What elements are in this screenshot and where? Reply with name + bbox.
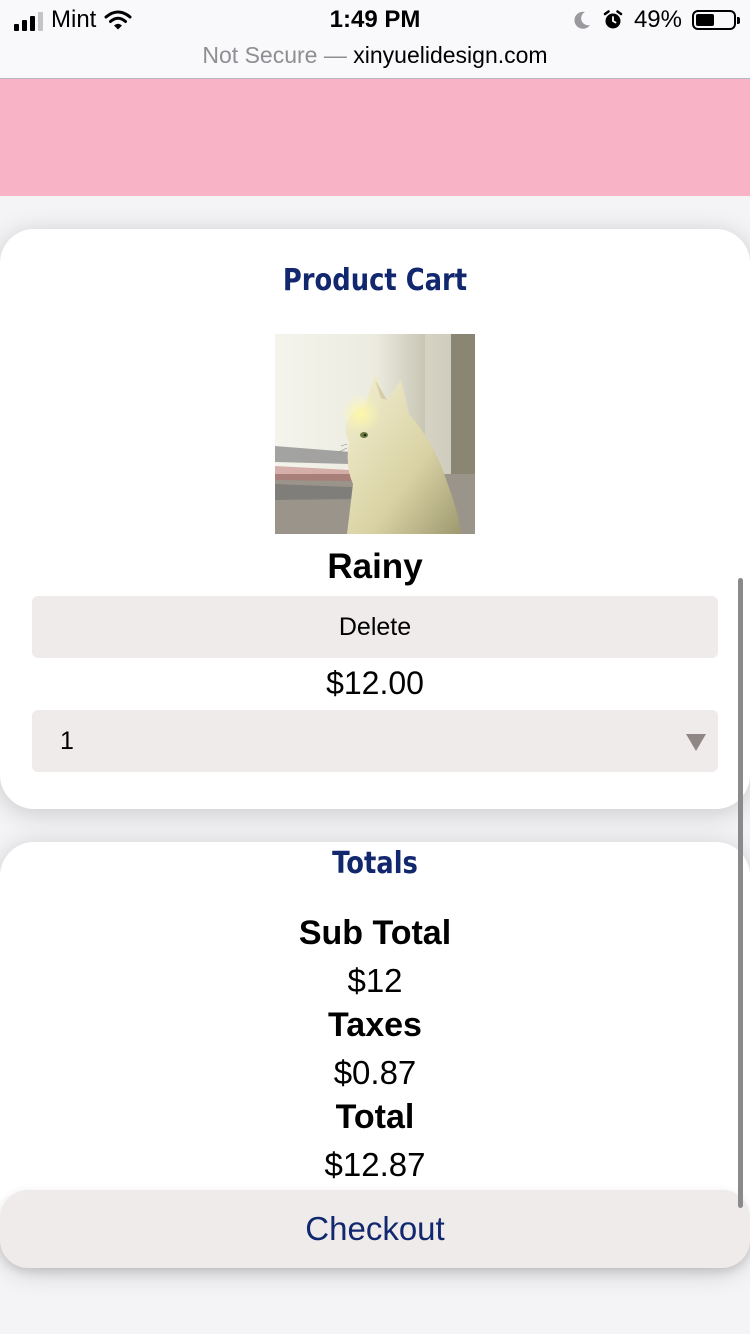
alarm-clock-icon [603, 10, 623, 29]
cart-title: Product Cart [282, 263, 468, 298]
page-domain: xinyuelidesign.com [353, 42, 548, 68]
status-bar: Mint 1:49 PM 49% [0, 0, 750, 40]
checkout-button[interactable]: Checkout [0, 1190, 750, 1268]
quantity-value: 1 [60, 727, 74, 755]
scrollbar[interactable] [738, 578, 743, 1208]
pink-header-banner [0, 79, 750, 196]
security-indicator: Not Secure — [202, 42, 347, 68]
product-price: $12.00 [326, 665, 424, 701]
moon-icon [574, 11, 590, 29]
totals-title: Totals [332, 846, 418, 881]
product-cart-card: Product Cart Rainy Delete $12.00 1 [0, 229, 750, 809]
total-value: $12.87 [324, 1146, 426, 1183]
status-right: 49% [572, 6, 740, 34]
battery-icon [692, 10, 740, 30]
cat-painting-image [275, 334, 475, 534]
taxes-label: Taxes [328, 1006, 422, 1044]
product-image [275, 334, 475, 534]
taxes-value: $0.87 [333, 1054, 417, 1091]
subtotal-value: $12 [347, 962, 403, 999]
total-label: Total [335, 1098, 415, 1136]
subtotal-label: Sub Total [298, 914, 452, 952]
dropdown-arrow-icon [686, 734, 706, 751]
quantity-select[interactable]: 1 [32, 710, 718, 772]
address-bar[interactable]: Not Secure — xinyuelidesign.com [0, 40, 750, 79]
product-name: Rainy [327, 547, 423, 586]
delete-button[interactable]: Delete [32, 596, 718, 658]
battery-percent: 49% [633, 6, 682, 33]
